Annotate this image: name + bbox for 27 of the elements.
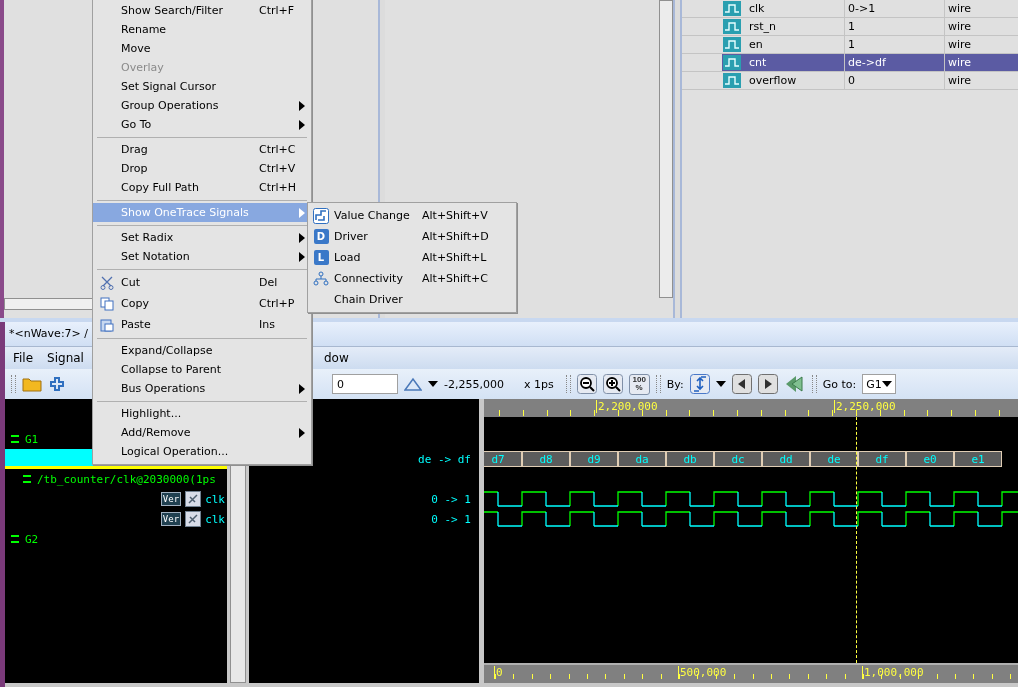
- bus-segment: db: [666, 451, 714, 467]
- ruler-label: 500,000: [678, 666, 727, 679]
- verilog-badge: Ver: [160, 512, 182, 526]
- letter-icon: D: [313, 229, 329, 244]
- ruler-label: 2,250,000: [834, 400, 896, 413]
- bus-segment: d9: [570, 451, 618, 467]
- bus-segment: df: [858, 451, 906, 467]
- ruler-label: 1,000,000: [862, 666, 924, 679]
- signal-value: de -> df: [418, 452, 471, 466]
- letter-icon: L: [313, 250, 329, 265]
- by-label: By:: [666, 377, 684, 391]
- bus-segment: e0: [906, 451, 954, 467]
- bus-segment: e1: [954, 451, 1002, 467]
- bus-segment: da: [618, 451, 666, 467]
- time-scale: x 1ps: [523, 377, 554, 391]
- verilog-badge: Ver: [160, 492, 182, 506]
- goto-label: Go to:: [822, 377, 857, 391]
- bus-segment: de: [810, 451, 858, 467]
- ruler-label: 2,200,000: [596, 400, 658, 413]
- signal-value: 0 -> 1: [431, 492, 471, 506]
- signal-value: 0 -> 1: [431, 512, 471, 526]
- bus-segment: d8: [522, 451, 570, 467]
- ruler-label: 0: [494, 666, 503, 679]
- bus-segment: d7: [484, 451, 522, 467]
- cursor-time: -2,255,000: [444, 377, 504, 391]
- bus-segment: dc: [714, 451, 762, 467]
- bus-segment: dd: [762, 451, 810, 467]
